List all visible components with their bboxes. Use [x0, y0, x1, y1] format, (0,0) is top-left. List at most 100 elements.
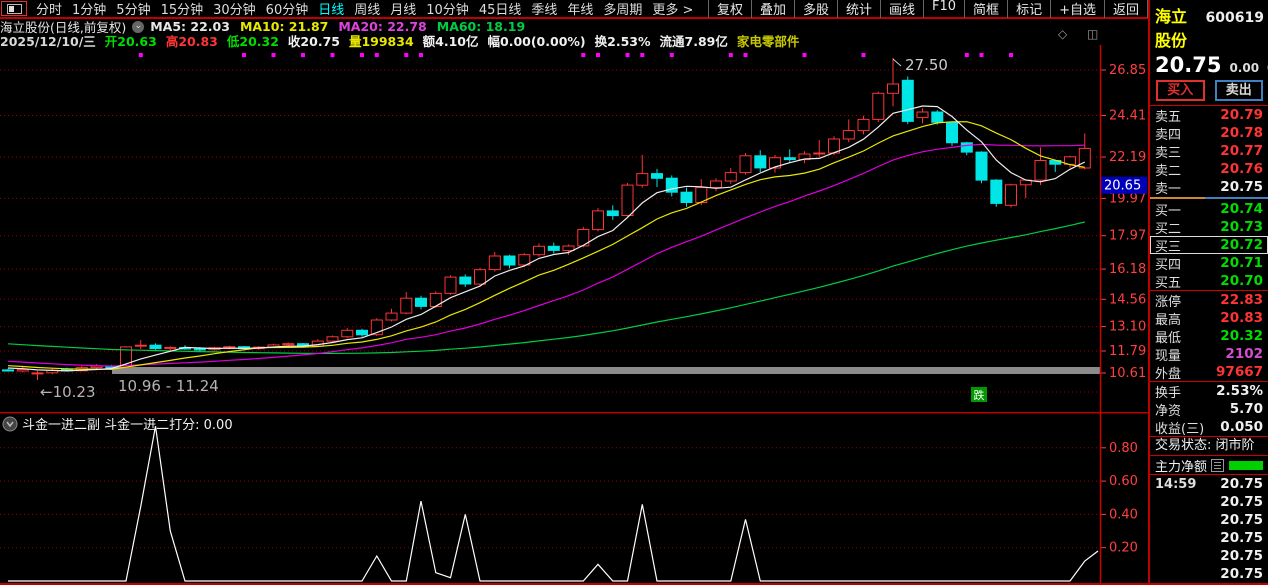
tick-row: 20.75 [1150, 511, 1268, 529]
period-tab-日线[interactable]: 日线 [318, 3, 344, 18]
row-label: 买四 [1155, 254, 1181, 273]
row-value: 20.70 [1220, 273, 1263, 289]
toolbar-button-+自选[interactable]: +自选 [1050, 0, 1104, 18]
bid-levels: 买一20.74买二20.73买三20.72买四20.71买五 20.70 [1150, 200, 1268, 290]
main-candlestick-chart[interactable]: 26.8524.4122.1919.9717.9716.1814.5613.10… [0, 45, 1148, 412]
period-tab-60分钟[interactable]: 60分钟 [266, 3, 309, 18]
stat-外盘: 外盘 97667 [1150, 363, 1268, 381]
toolbar-buttons: 复权叠加多股统计画线F10简框标记+自选返回 [708, 0, 1148, 18]
row-value: 20.76 [1220, 161, 1263, 177]
period-tab-月线[interactable]: 月线 [390, 3, 416, 18]
layout-icon[interactable] [1, 1, 27, 16]
tick-price: 20.75 [1220, 530, 1263, 546]
row-label: 卖三 [1155, 142, 1181, 161]
row-value: 97667 [1216, 364, 1263, 380]
quote-stats: 涨停22.83最高20.83最低20.32现量2102外盘97667 [1150, 291, 1268, 381]
ask-level-卖二[interactable]: 卖二20.76 [1150, 160, 1268, 178]
indicator-sub-chart[interactable]: 0.800.600.400.20斗金一进二副 斗金一进二打分: 0.00 [0, 412, 1148, 585]
toolbar-button-标记[interactable]: 标记 [1007, 0, 1050, 18]
toolbar-button-复权[interactable]: 复权 [708, 0, 751, 18]
svg-text:←10.23: ←10.23 [40, 383, 96, 401]
row-label: 卖四 [1155, 124, 1181, 143]
period-tab-5分钟[interactable]: 5分钟 [116, 3, 150, 18]
row-label: 收益(三) [1155, 418, 1204, 437]
toolbar-button-F10[interactable]: F10 [923, 0, 964, 18]
tick-row: 20.75 [1150, 493, 1268, 511]
main-flow-label: 主力净额 [1155, 456, 1207, 475]
row-label: 现量 [1155, 345, 1181, 364]
svg-text:16.18: 16.18 [1109, 262, 1146, 277]
bid-level-买二[interactable]: 买二20.73 [1150, 218, 1268, 236]
tick-price: 20.75 [1220, 548, 1263, 564]
period-tab-多周期[interactable]: 多周期 [603, 3, 642, 18]
row-value: 20.74 [1220, 201, 1263, 217]
tick-price: 20.75 [1220, 566, 1263, 582]
row-value: 5.70 [1230, 401, 1263, 417]
quote-stats-2: 换手2.53%净资5.70收益(三)0.050 [1150, 382, 1268, 436]
row-value: 20.78 [1220, 125, 1263, 141]
trade-status: 交易状态: 闭市阶 [1150, 437, 1268, 455]
main-flow-row[interactable]: 主力净额 [1150, 456, 1268, 474]
period-tab-更多 >[interactable]: 更多 > [652, 3, 693, 18]
app-window: 分时 1分钟 5分钟 15分钟 30分钟 60分钟日线周线月线 10分钟 45日线季线年线多周… [0, 0, 1268, 585]
tick-price: 20.75 [1220, 512, 1263, 528]
ask-level-卖五[interactable]: 卖五20.79 [1150, 106, 1268, 124]
quote-header[interactable]: 海立股份 600619 [1150, 0, 1268, 51]
bid-level-买三[interactable]: 买三20.72 [1150, 236, 1268, 254]
svg-text:27.50: 27.50 [905, 56, 948, 74]
stat-现量: 现量2102 [1150, 345, 1268, 363]
ask-level-卖四[interactable]: 卖四 20.78 [1150, 124, 1268, 142]
period-tab-1分钟[interactable]: 1分钟 [72, 3, 106, 18]
period-tab-10分钟[interactable]: 10分钟 [426, 3, 469, 18]
row-value: 0.050 [1220, 419, 1263, 435]
period-tab-周线[interactable]: 周线 [354, 3, 380, 18]
row-value: 20.32 [1220, 328, 1263, 344]
toolbar-button-多股[interactable]: 多股 [794, 0, 837, 18]
row-label: 买五 [1155, 272, 1181, 291]
period-toolbar: 分时 1分钟 5分钟 15分钟 30分钟 60分钟日线周线月线 10分钟 45日线季线年线多周… [0, 0, 1148, 19]
stock-code: 600619 [1206, 10, 1264, 26]
row-value: 22.83 [1220, 292, 1263, 308]
stock-name: 海立股份 [1155, 3, 1201, 51]
toolbar-button-画线[interactable]: 画线 [880, 0, 923, 18]
period-tab-季线[interactable]: 季线 [531, 3, 557, 18]
svg-text:20.65: 20.65 [1104, 179, 1141, 194]
row-label: 卖一 [1155, 178, 1181, 197]
toolbar-button-简框[interactable]: 简框 [964, 0, 1007, 18]
quote-panel: 海立股份 600619 20.75 0.00 0.00 买入 卖出 卖五20.7… [1148, 0, 1268, 585]
last-price: 20.75 [1155, 53, 1221, 77]
tick-row: 20.75 [1150, 547, 1268, 565]
toolbar-button-统计[interactable]: 统计 [837, 0, 880, 18]
row-label: 卖五 [1155, 106, 1181, 125]
row-value: 20.75 [1220, 179, 1263, 195]
buy-button[interactable]: 买入 [1156, 80, 1205, 101]
period-tab-30分钟[interactable]: 30分钟 [213, 3, 256, 18]
list-icon [1211, 459, 1224, 472]
bid-level-买五[interactable]: 买五 20.70 [1150, 272, 1268, 290]
row-label: 外盘 [1155, 363, 1181, 382]
period-tab-45日线[interactable]: 45日线 [479, 3, 522, 18]
period-tab-15分钟[interactable]: 15分钟 [161, 3, 204, 18]
bid-level-买四[interactable]: 买四20.71 [1150, 254, 1268, 272]
svg-text:跌: 跌 [974, 388, 985, 402]
svg-text:17.97: 17.97 [1109, 229, 1146, 244]
toolbar-button-返回[interactable]: 返回 [1104, 0, 1148, 18]
svg-text:斗金一进二副 斗金一进二打分: 0.00: 斗金一进二副 斗金一进二打分: 0.00 [22, 417, 233, 433]
svg-text:14.56: 14.56 [1109, 292, 1146, 307]
toolbar-button-叠加[interactable]: 叠加 [751, 0, 794, 18]
quote-price-row: 20.75 0.00 0.00 [1150, 51, 1268, 77]
period-tab-年线[interactable]: 年线 [567, 3, 593, 18]
stat-换手: 换手2.53% [1150, 382, 1268, 400]
period-tab-分时[interactable]: 分时 [36, 3, 62, 18]
sell-button[interactable]: 卖出 [1215, 80, 1264, 101]
row-label: 买三 [1155, 236, 1181, 255]
svg-text:13.10: 13.10 [1109, 320, 1146, 335]
main-flow-bar [1229, 461, 1263, 470]
ask-level-卖三[interactable]: 卖三20.77 [1150, 142, 1268, 160]
bid-level-买一[interactable]: 买一20.74 [1150, 200, 1268, 218]
ask-level-卖一[interactable]: 卖一 20.75 [1150, 178, 1268, 196]
tick-row: 14:5920.75 [1150, 475, 1268, 493]
svg-text:0.60: 0.60 [1109, 474, 1138, 489]
trade-buttons: 买入 卖出 [1150, 77, 1268, 105]
stat-涨停: 涨停22.83 [1150, 291, 1268, 309]
